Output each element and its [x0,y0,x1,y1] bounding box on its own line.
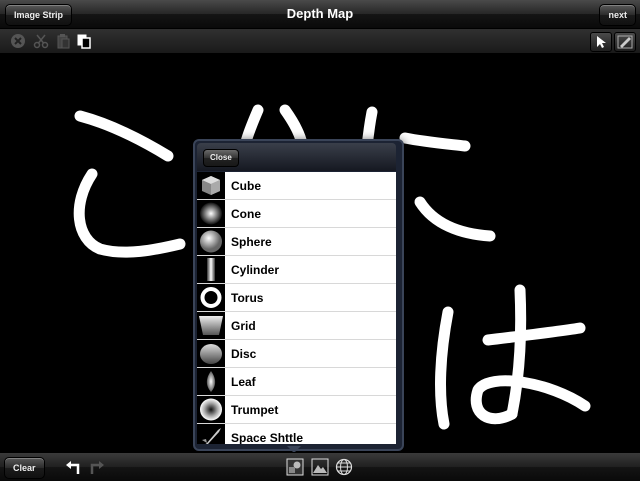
shape-item-leaf[interactable]: Leaf [197,368,396,396]
leaf-icon [197,368,225,395]
next-button[interactable]: next [599,4,636,26]
disc-icon [197,340,225,367]
space-shuttle-icon [197,424,225,444]
shape-label: Cylinder [231,262,280,277]
clear-button[interactable]: Clear [4,457,45,479]
navigation-bar: Depth Map Image Strip next [0,0,640,29]
undo-icon[interactable] [64,458,82,476]
scissors-icon[interactable] [33,33,49,49]
shape-item-space-shuttle[interactable]: Space Shttle [197,424,396,444]
shape-label: Leaf [231,374,256,389]
sphere-icon [197,228,225,255]
shape-label: Trumpet [231,402,279,417]
edit-toolbar [0,29,640,54]
draw-mode-button[interactable] [614,32,636,52]
shape-item-cone[interactable]: Cone [197,200,396,228]
torus-icon [197,284,225,311]
image-icon[interactable] [311,458,329,476]
shape-item-disc[interactable]: Disc [197,340,396,368]
pencil-icon [617,35,633,49]
shape-list: Cube Cone Sphere Cylinder Torus Grid Dis… [197,172,396,444]
shape-item-torus[interactable]: Torus [197,284,396,312]
paste-icon[interactable] [55,33,71,49]
image-strip-button[interactable]: Image Strip [5,4,73,26]
redo-icon[interactable] [88,458,106,476]
shapes-icon[interactable] [286,458,304,476]
shape-item-trumpet[interactable]: Trumpet [197,396,396,424]
copy-icon[interactable] [76,33,92,49]
shape-label: Cube [231,178,261,193]
globe-icon[interactable] [335,458,353,476]
shape-label: Space Shttle [231,430,304,445]
shape-label: Disc [231,346,257,361]
shape-label: Grid [231,318,256,333]
shape-item-grid[interactable]: Grid [197,312,396,340]
close-circle-icon[interactable] [10,33,26,49]
cylinder-icon [197,256,225,283]
select-mode-button[interactable] [590,32,612,52]
cone-icon [197,200,225,227]
bottom-toolbar: Clear [0,452,640,481]
popover-header: Close [197,143,396,171]
grid-icon [197,312,225,339]
shape-item-cylinder[interactable]: Cylinder [197,256,396,284]
page-title: Depth Map [286,6,354,21]
shape-item-sphere[interactable]: Sphere [197,228,396,256]
trumpet-icon [197,396,225,423]
cube-icon [197,172,225,199]
shape-label: Cone [231,206,261,221]
shape-item-cube[interactable]: Cube [197,172,396,200]
shape-label: Sphere [231,234,272,249]
close-button[interactable]: Close [203,149,239,167]
arrow-cursor-icon [597,36,606,48]
shape-label: Torus [231,290,264,305]
shapes-popover: Close Cube Cone Sphere Cylinder Torus Gr… [193,139,404,451]
